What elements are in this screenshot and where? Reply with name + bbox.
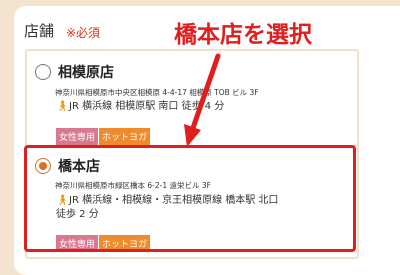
annotation-callout: 橋本店を選択 [174, 22, 312, 48]
